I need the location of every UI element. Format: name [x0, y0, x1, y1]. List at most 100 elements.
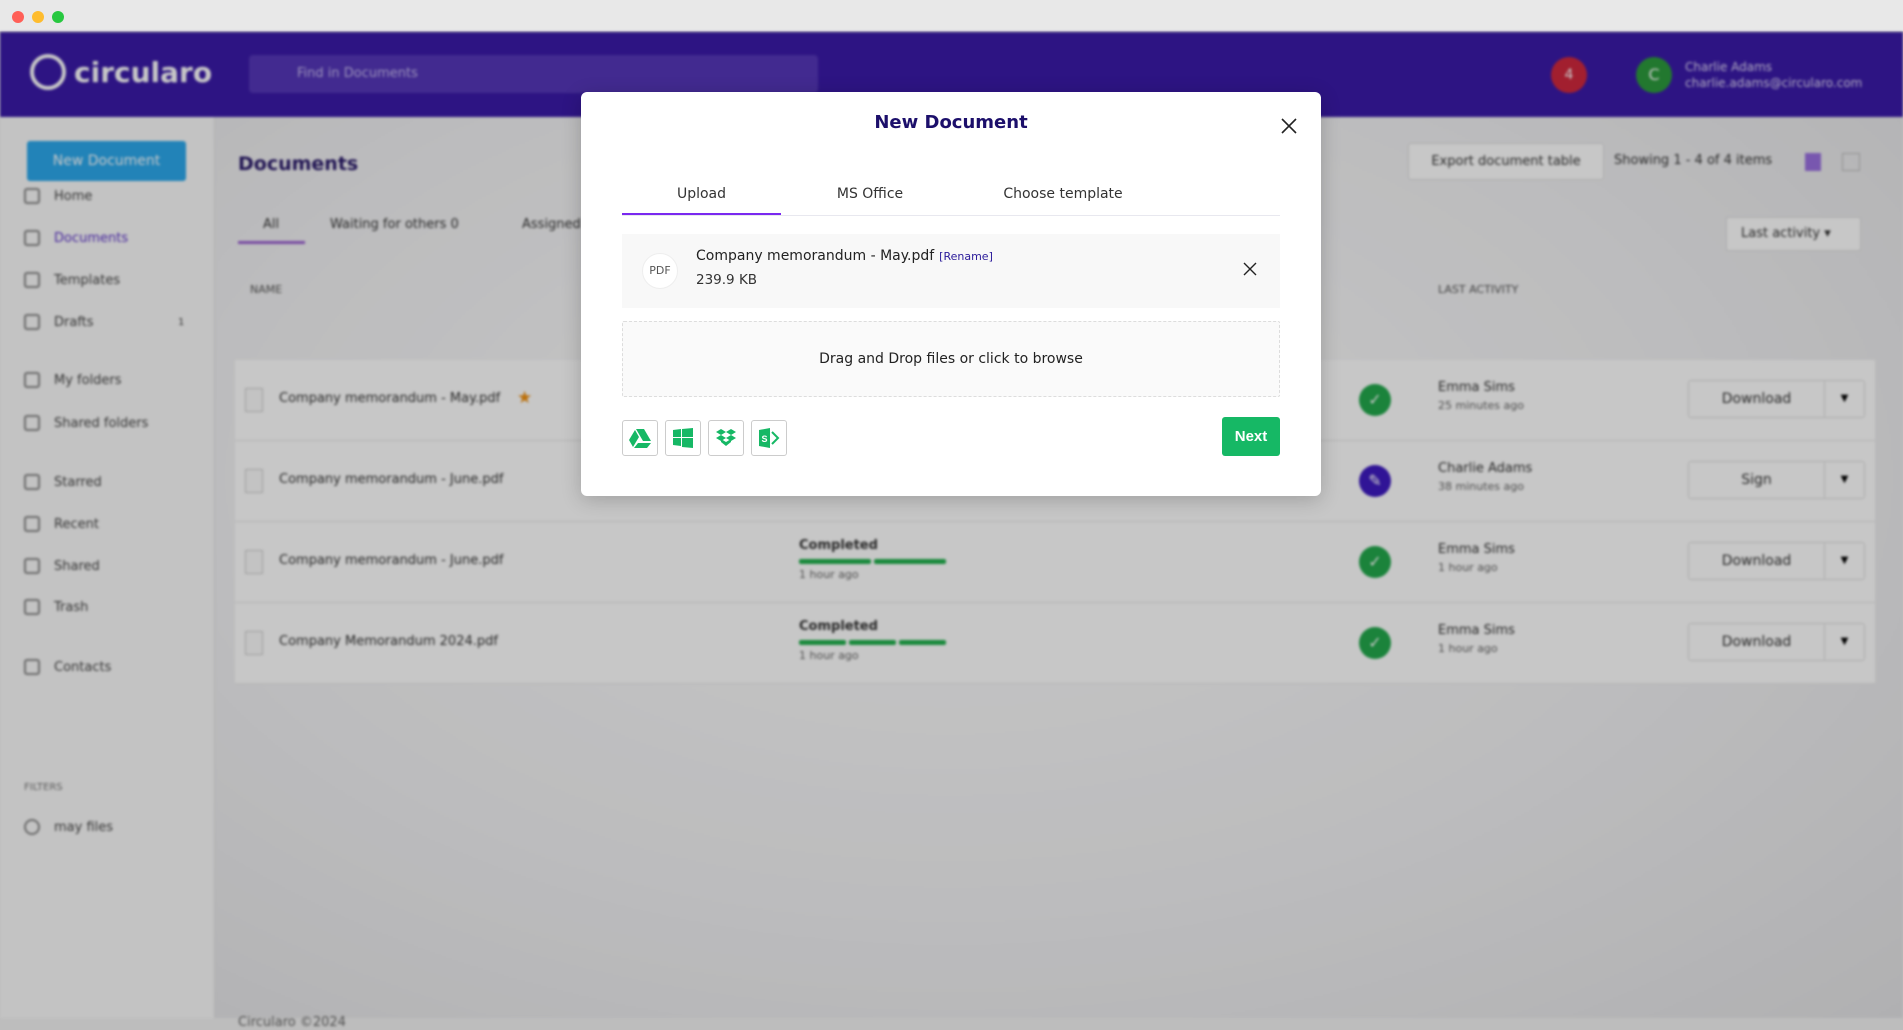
sidebar-item-shared[interactable]: Shared: [24, 558, 100, 574]
activity-time: 38 minutes ago: [1438, 480, 1524, 493]
activity-time: 1 hour ago: [1438, 642, 1498, 655]
close-icon[interactable]: [1277, 114, 1301, 138]
tab-upload[interactable]: Upload: [622, 174, 781, 215]
column-last-activity[interactable]: LAST ACTIVITY: [1438, 283, 1518, 296]
last-activity: Charlie Adams 38 minutes ago: [1438, 461, 1532, 493]
sidebar-item-home[interactable]: Home: [24, 188, 92, 204]
tab-assigned[interactable]: Assigned: [522, 217, 581, 232]
sidebar-item-my-folders[interactable]: My folders: [24, 372, 122, 388]
tab-ms-office[interactable]: MS Office: [781, 174, 959, 215]
logo[interactable]: circularo: [30, 54, 212, 90]
search-icon: [24, 819, 40, 835]
actor: Emma Sims: [1438, 623, 1515, 638]
export-button[interactable]: Export document table: [1408, 143, 1604, 180]
maximize-window-button[interactable]: [52, 11, 64, 23]
sidebar-item-shared-folders[interactable]: Shared folders: [24, 415, 148, 431]
download-button[interactable]: Download: [1689, 543, 1824, 579]
home-icon: [24, 188, 40, 204]
sidebar-badge: 1: [178, 316, 185, 328]
file-size: 239.9 KB: [696, 272, 758, 288]
minimize-window-button[interactable]: [32, 11, 44, 23]
column-name[interactable]: NAME: [250, 283, 282, 296]
file-thumbnail-icon: [245, 550, 263, 574]
sidebar-item-label: Recent: [54, 516, 99, 532]
download-button[interactable]: Download: [1689, 381, 1824, 417]
sidebar-item-label: Shared: [54, 558, 100, 574]
uploaded-file: PDF Company memorandum - May.pdf [Rename]…: [622, 234, 1280, 308]
sidebar-item-label: Templates: [54, 272, 121, 288]
search-input[interactable]: Find in Documents: [249, 55, 818, 93]
action-split-button: Download ▼: [1688, 623, 1865, 661]
tab-choose-template[interactable]: Choose template: [959, 174, 1167, 215]
file-thumbnail-icon: [245, 631, 263, 655]
download-button[interactable]: Download: [1689, 624, 1824, 660]
dropbox-icon: [716, 429, 736, 446]
notification-badge[interactable]: 4: [1551, 57, 1587, 93]
sidebar-item-drafts[interactable]: Drafts 1: [24, 314, 184, 330]
clock-icon: [24, 516, 40, 532]
status-cell: Completed 1 hour ago: [799, 538, 946, 581]
avatar[interactable]: C: [1636, 57, 1672, 93]
share-icon: [24, 558, 40, 574]
tab-all[interactable]: All: [263, 217, 279, 232]
sidebar: New Document Home Documents Templates Draft…: [0, 117, 215, 1018]
sidebar-item-label: Documents: [54, 230, 129, 246]
onedrive-button[interactable]: [665, 420, 701, 456]
chevron-down-icon[interactable]: ▼: [1824, 543, 1864, 579]
actor: Emma Sims: [1438, 380, 1515, 395]
filter-label: may files: [54, 819, 114, 835]
sort-label: Last activity: [1741, 226, 1821, 241]
rename-link[interactable]: [Rename]: [939, 250, 993, 263]
sidebar-item-trash[interactable]: Trash: [24, 599, 88, 615]
document-name[interactable]: Company memorandum - June.pdf: [279, 553, 503, 568]
filter-item[interactable]: may files: [24, 819, 113, 835]
action-split-button: Download ▼: [1688, 542, 1865, 580]
google-drive-button[interactable]: [622, 420, 658, 456]
sidebar-item-recent[interactable]: Recent: [24, 516, 99, 532]
sidebar-item-label: Starred: [54, 474, 102, 490]
sign-button[interactable]: Sign: [1689, 462, 1824, 498]
new-document-button[interactable]: New Document: [27, 141, 186, 181]
sidebar-item-starred[interactable]: Starred: [24, 474, 102, 490]
brand-name: circularo: [74, 55, 213, 89]
sort-dropdown[interactable]: Last activity ▾: [1726, 217, 1861, 251]
list-view-button[interactable]: [1805, 153, 1821, 171]
remove-file-icon[interactable]: [1242, 261, 1258, 277]
sidebar-item-documents[interactable]: Documents: [24, 230, 128, 246]
grid-view-button[interactable]: [1842, 153, 1860, 171]
document-name[interactable]: Company Memorandum 2024.pdf: [279, 634, 498, 649]
close-window-button[interactable]: [12, 11, 24, 23]
tab-count: 0: [450, 217, 459, 232]
chevron-down-icon[interactable]: ▼: [1824, 624, 1864, 660]
status-cell: Completed 1 hour ago: [799, 619, 946, 662]
sharepoint-button[interactable]: S: [751, 420, 787, 456]
sign-status-icon: ✎: [1359, 465, 1391, 497]
sidebar-item-label: Contacts: [54, 659, 112, 675]
edit-icon: [24, 314, 40, 330]
action-split-button: Download ▼: [1688, 380, 1865, 418]
showing-count: Showing 1 - 4 of 4 items: [1614, 153, 1773, 168]
status-time: 1 hour ago: [799, 568, 859, 581]
last-activity: Emma Sims 1 hour ago: [1438, 623, 1515, 655]
status-time: 1 hour ago: [799, 649, 859, 662]
next-button[interactable]: Next: [1222, 417, 1280, 456]
sidebar-item-label: Drafts: [54, 314, 94, 330]
chevron-down-icon[interactable]: ▼: [1824, 462, 1864, 498]
tab-waiting[interactable]: Waiting for others 0: [330, 217, 459, 232]
chevron-down-icon[interactable]: ▼: [1824, 381, 1864, 417]
activity-time: 1 hour ago: [1438, 561, 1498, 574]
last-activity: Emma Sims 25 minutes ago: [1438, 380, 1524, 412]
dropzone[interactable]: Drag and Drop files or click to browse: [622, 321, 1280, 397]
document-name[interactable]: Company memorandum - June.pdf: [279, 472, 503, 487]
sidebar-item-contacts[interactable]: Contacts: [24, 659, 111, 675]
sidebar-item-label: My folders: [54, 372, 122, 388]
sidebar-item-templates[interactable]: Templates: [24, 272, 120, 288]
table-row[interactable]: Company memorandum - June.pdf Completed 1 …: [235, 522, 1875, 603]
file-thumbnail-icon: [245, 388, 263, 412]
document-name[interactable]: Company memorandum - May.pdf: [279, 391, 500, 406]
user-menu[interactable]: Charlie Adams charlie.adams@circularo.com: [1685, 59, 1862, 91]
star-icon[interactable]: ★: [517, 388, 532, 408]
dropbox-button[interactable]: [708, 420, 744, 456]
table-row[interactable]: Company Memorandum 2024.pdf Completed 1 ho…: [235, 603, 1875, 684]
user-name: Charlie Adams: [1685, 60, 1773, 74]
